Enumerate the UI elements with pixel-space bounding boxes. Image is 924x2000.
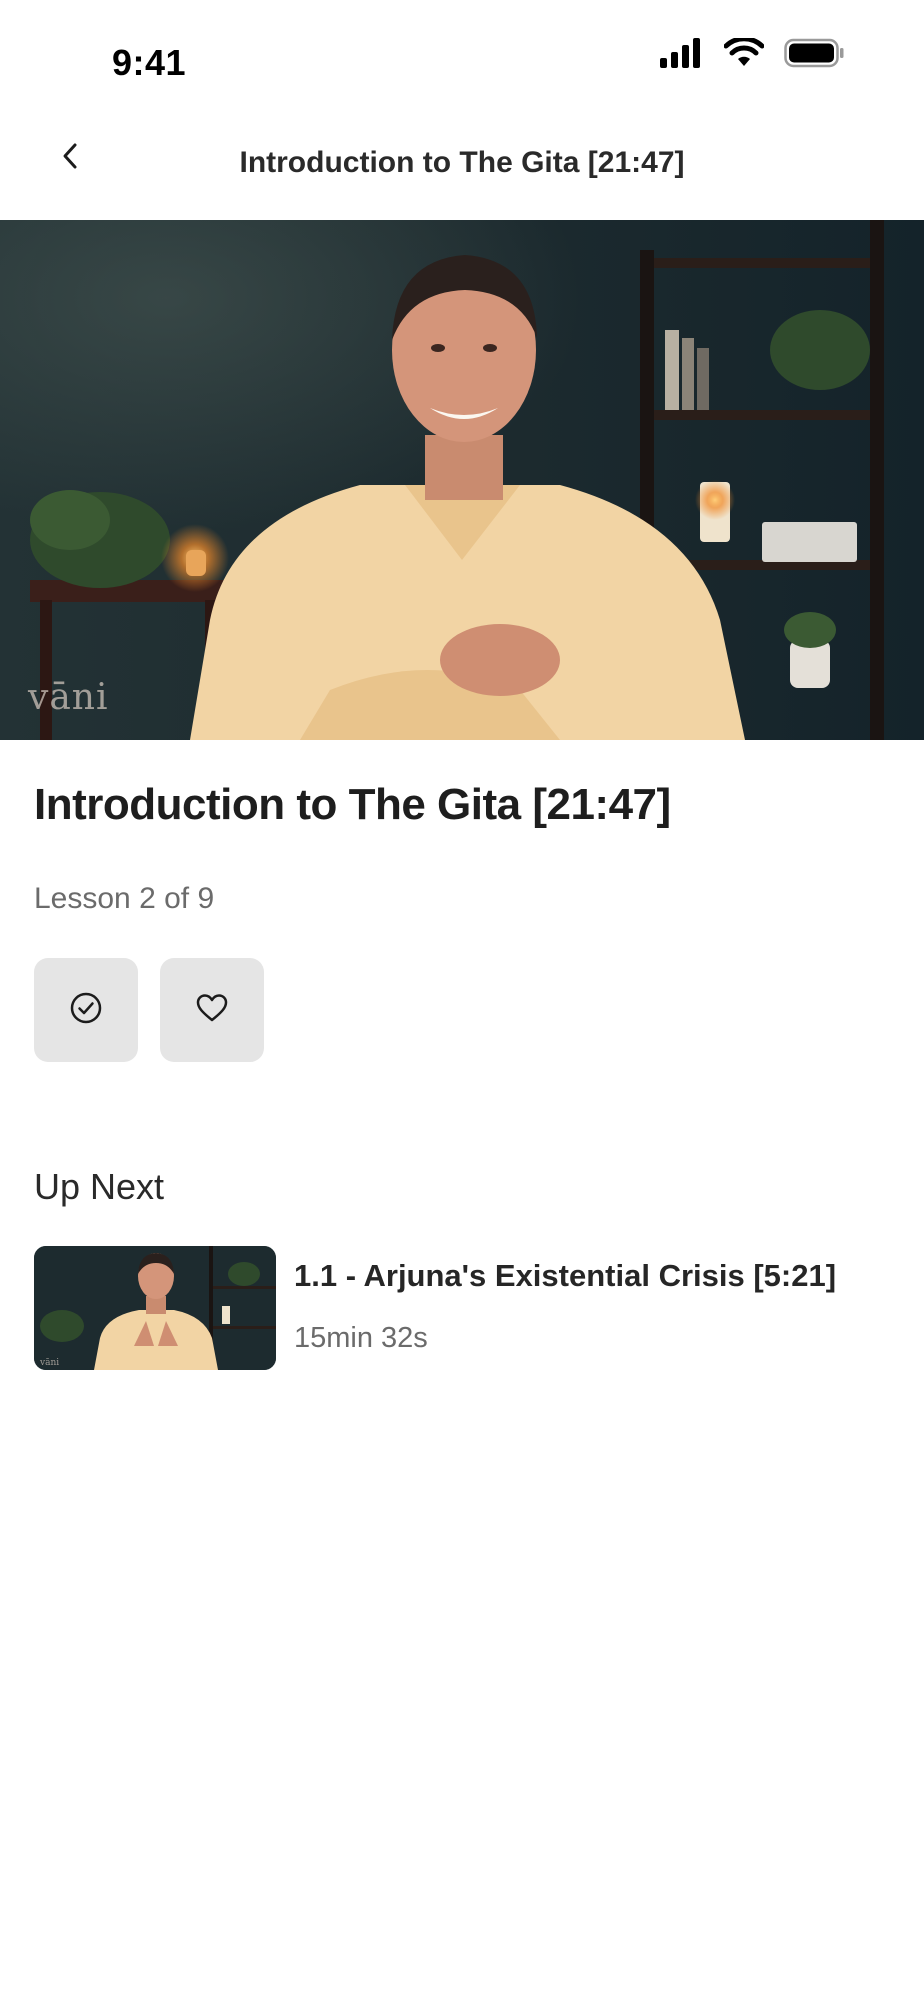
up-next-duration: 15min 32s xyxy=(294,1322,428,1354)
up-next-title: 1.1 - Arjuna's Existential Crisis [5:21] xyxy=(294,1258,837,1293)
wifi-icon xyxy=(723,36,765,73)
up-next-thumbnail: vāni xyxy=(34,1246,276,1370)
up-next-item[interactable]: vāni 1.1 - Arjuna's Existential Crisis [… xyxy=(34,1246,894,1372)
video-player[interactable]: vāni xyxy=(0,220,924,740)
status-bar: 9:41 xyxy=(0,0,924,110)
thumbnail-watermark: vāni xyxy=(40,1358,60,1368)
heart-icon xyxy=(194,990,230,1031)
nav-title: Introduction to The Gita [21:47] xyxy=(239,146,685,179)
lesson-title: Introduction to The Gita [21:47] xyxy=(34,780,671,829)
battery-icon xyxy=(784,38,844,73)
nav-bar: Introduction to The Gita [21:47] xyxy=(0,110,924,220)
mark-complete-button[interactable] xyxy=(34,958,138,1062)
check-circle-icon xyxy=(68,990,104,1031)
up-next-heading: Up Next xyxy=(34,1166,165,1207)
video-watermark: vāni xyxy=(28,677,109,718)
signal-icon xyxy=(660,38,704,73)
lesson-progress: Lesson 2 of 9 xyxy=(34,882,215,915)
status-time: 9:41 xyxy=(112,42,187,83)
action-row xyxy=(34,958,264,1062)
status-icons xyxy=(660,36,844,73)
favorite-button[interactable] xyxy=(160,958,264,1062)
video-frame xyxy=(0,220,924,740)
